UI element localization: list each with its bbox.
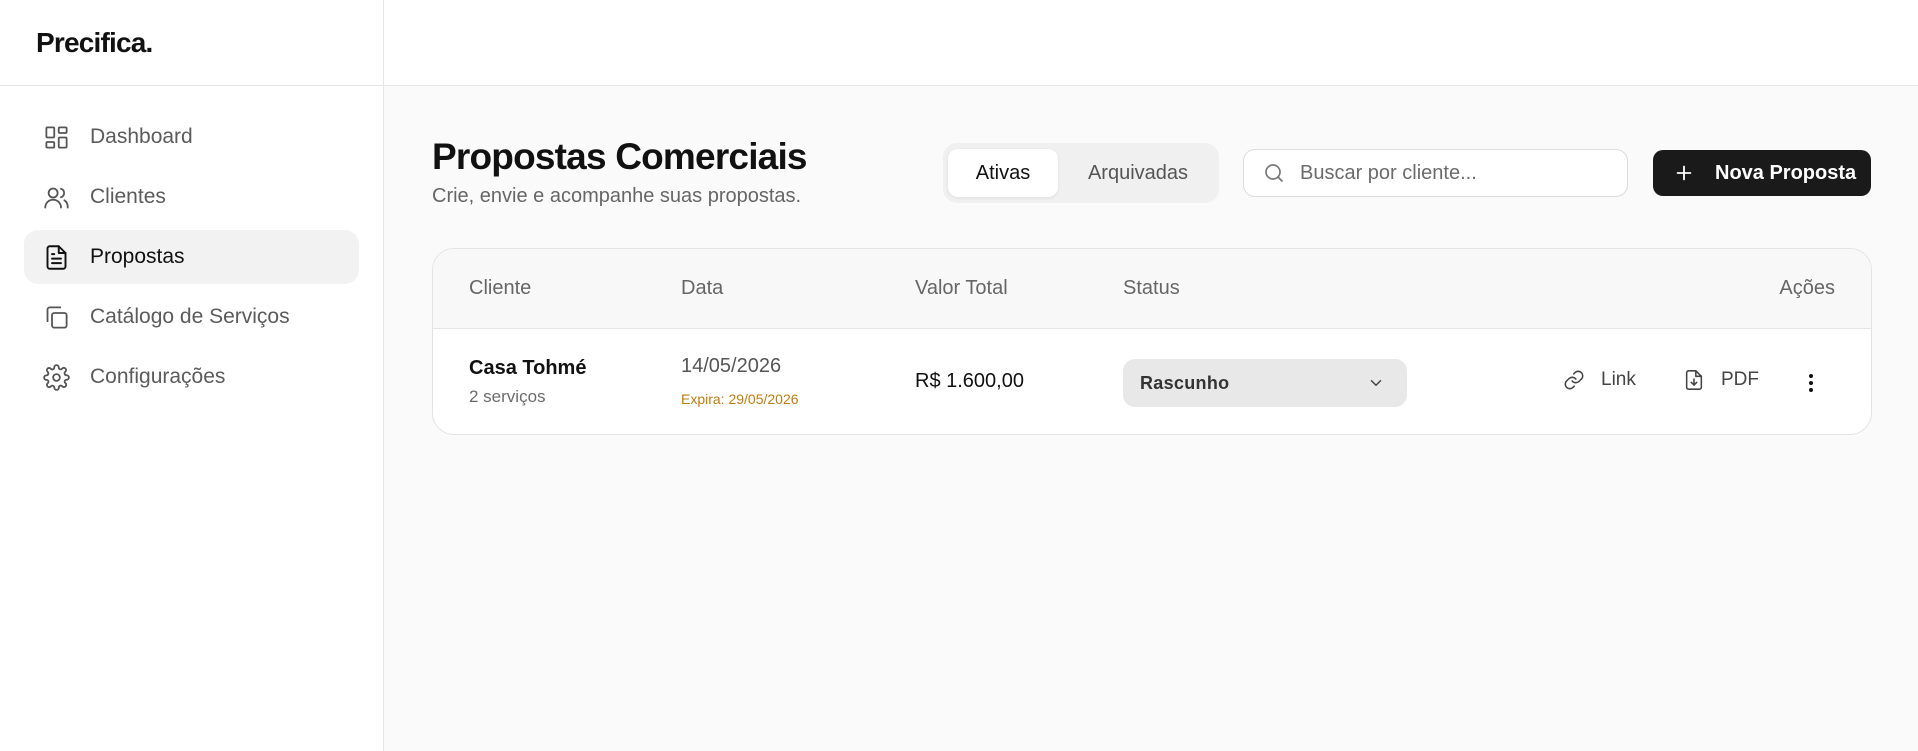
link-icon <box>1564 370 1584 390</box>
proposals-table: Cliente Data Valor Total Status Ações Ca… <box>432 248 1872 435</box>
chevron-down-icon <box>1367 374 1385 392</box>
sidebar-nav: Dashboard Clientes Propostas Catálogo de… <box>0 86 383 404</box>
sidebar-item-label: Dashboard <box>90 125 193 148</box>
sidebar-item-label: Configurações <box>90 365 226 388</box>
client-services: 2 serviços <box>469 387 546 406</box>
header-acoes: Ações <box>1779 277 1835 299</box>
sidebar-item-propostas[interactable]: Propostas <box>24 230 359 284</box>
expiration-date: Expira: 29/05/2026 <box>681 391 799 407</box>
status-select[interactable]: Rascunho <box>1123 359 1407 407</box>
more-options-button[interactable] <box>1797 369 1825 397</box>
header-cliente: Cliente <box>469 277 532 299</box>
tab-arquivadas[interactable]: Arquivadas <box>1062 149 1214 197</box>
top-bar <box>384 0 1918 86</box>
download-pdf-button[interactable]: PDF <box>1683 369 1759 391</box>
new-proposal-label: Nova Proposta <box>1715 161 1857 184</box>
sidebar-item-dashboard[interactable]: Dashboard <box>24 110 359 164</box>
header-data: Data <box>681 277 724 299</box>
pdf-label: PDF <box>1721 369 1759 390</box>
header-valor-total: Valor Total <box>915 277 1008 299</box>
document-icon <box>42 243 70 271</box>
client-name: Casa Tohmé <box>469 357 587 379</box>
search-input[interactable] <box>1300 161 1600 185</box>
status-value: Rascunho <box>1140 372 1230 393</box>
more-vertical-icon <box>1809 374 1813 392</box>
logo[interactable]: Precifica. <box>36 27 153 59</box>
sidebar-item-catalogo[interactable]: Catálogo de Serviços <box>24 290 359 344</box>
gear-icon <box>42 363 70 391</box>
main-content: Propostas Comerciais Crie, envie e acomp… <box>384 86 1918 751</box>
search-box <box>1243 149 1628 197</box>
sidebar-item-clientes[interactable]: Clientes <box>24 170 359 224</box>
plus-icon <box>1673 162 1695 184</box>
logo-area: Precifica. <box>0 0 383 86</box>
page-subtitle: Crie, envie e acompanhe suas propostas. <box>432 185 802 207</box>
page-title: Propostas Comerciais <box>432 136 808 177</box>
search-icon <box>1262 161 1286 185</box>
copy-icon <box>42 303 70 331</box>
tab-ativas[interactable]: Ativas <box>948 149 1058 197</box>
sidebar-item-label: Catálogo de Serviços <box>90 305 290 328</box>
header-status: Status <box>1123 277 1180 299</box>
sidebar-item-label: Propostas <box>90 245 185 268</box>
total-value: R$ 1.600,00 <box>915 370 1024 392</box>
tab-switcher: Ativas Arquivadas <box>943 143 1219 203</box>
dashboard-icon <box>42 123 70 151</box>
table-row: Casa Tohmé 2 serviços 14/05/2026 Expira:… <box>433 329 1871 434</box>
sidebar-item-configuracoes[interactable]: Configurações <box>24 350 359 404</box>
new-proposal-button[interactable]: Nova Proposta <box>1653 150 1871 196</box>
link-label: Link <box>1601 369 1636 390</box>
table-header: Cliente Data Valor Total Status Ações <box>433 249 1871 329</box>
users-icon <box>42 183 70 211</box>
sidebar-item-label: Clientes <box>90 185 166 208</box>
file-download-icon <box>1685 370 1703 390</box>
copy-link-button[interactable]: Link <box>1563 369 1636 391</box>
sidebar: Precifica. Dashboard Clientes Propostas … <box>0 0 384 751</box>
proposal-date: 14/05/2026 <box>681 355 782 377</box>
